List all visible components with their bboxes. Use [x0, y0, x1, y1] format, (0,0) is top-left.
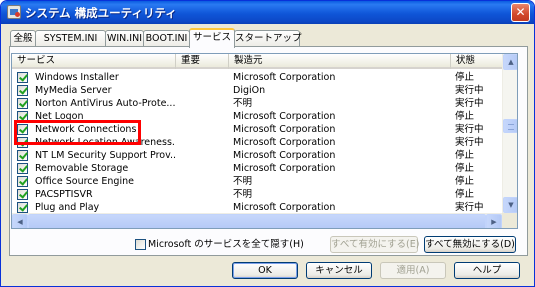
- vertical-scroll-thumb[interactable]: [503, 119, 517, 133]
- scroll-up-arrow-icon[interactable]: ▲: [503, 54, 517, 70]
- service-status: 停止: [455, 163, 475, 174]
- service-checkbox[interactable]: [17, 72, 28, 83]
- tab-startup[interactable]: スタートアップ: [234, 30, 302, 47]
- service-manufacturer: DigiOn: [233, 85, 266, 96]
- window-title: システム 構成ユーティリティ: [25, 6, 177, 20]
- service-essential: [179, 71, 227, 84]
- service-status: 実行中: [455, 137, 484, 148]
- service-manufacturer: Microsoft Corporation: [233, 150, 336, 161]
- service-essential: [179, 149, 227, 162]
- service-name: Removable Storage: [35, 163, 129, 174]
- service-manufacturer: Microsoft Corporation: [233, 124, 336, 135]
- column-header-status[interactable]: 状態: [451, 54, 502, 69]
- service-manufacturer: Microsoft Corporation: [233, 111, 336, 122]
- service-checkbox[interactable]: [17, 150, 28, 161]
- service-essential: [179, 123, 227, 136]
- service-status: 停止: [455, 111, 475, 122]
- service-manufacturer: 不明: [233, 176, 253, 187]
- service-row[interactable]: NT LM Security Support Prov... Microsoft…: [12, 149, 502, 162]
- tab-services[interactable]: サービス: [189, 28, 235, 48]
- horizontal-scrollbar[interactable]: ◀ ▶: [12, 213, 502, 228]
- column-header-service[interactable]: サービス: [12, 54, 176, 69]
- service-essential: [179, 110, 227, 123]
- service-status: 実行中: [455, 98, 484, 109]
- service-checkbox[interactable]: [17, 189, 28, 200]
- tab-system-ini[interactable]: SYSTEM.INI: [35, 30, 106, 47]
- service-checkbox[interactable]: [17, 85, 28, 96]
- service-status: 停止: [455, 176, 475, 187]
- cancel-button[interactable]: キャンセル: [306, 262, 372, 279]
- service-row[interactable]: MyMedia Server DigiOn 実行中: [12, 84, 502, 97]
- disable-all-button[interactable]: すべて無効にする(D): [424, 236, 516, 253]
- service-name: PACSPTISVR: [35, 189, 93, 200]
- vertical-scrollbar[interactable]: ▲ ▼: [502, 54, 517, 213]
- hide-microsoft-checkbox-box[interactable]: [135, 239, 146, 250]
- service-checkbox[interactable]: [17, 176, 28, 187]
- system-config-window: システム 構成ユーティリティ ✕ 全般 SYSTEM.INI WIN.INI B…: [0, 0, 535, 287]
- service-essential: [179, 136, 227, 149]
- list-header: サービス 重要 製造元 状態: [12, 54, 502, 69]
- service-name: Windows Installer: [35, 72, 119, 83]
- service-checkbox[interactable]: [17, 202, 28, 213]
- service-name: NT LM Security Support Prov...: [35, 150, 175, 161]
- service-checkbox[interactable]: [17, 163, 28, 174]
- service-row[interactable]: Norton AntiVirus Auto-Prote... 不明 実行中: [12, 97, 502, 110]
- service-essential: [179, 84, 227, 97]
- service-manufacturer: Microsoft Corporation: [233, 137, 336, 148]
- column-header-manufacturer[interactable]: 製造元: [229, 54, 451, 69]
- service-name: Office Source Engine: [35, 176, 134, 187]
- scroll-left-arrow-icon[interactable]: ◀: [12, 214, 28, 228]
- tab-general[interactable]: 全般: [10, 30, 36, 47]
- scroll-right-arrow-icon[interactable]: ▶: [486, 214, 502, 228]
- service-manufacturer: 不明: [233, 189, 253, 200]
- service-row[interactable]: PACSPTISVR 不明 停止: [12, 188, 502, 201]
- apply-button[interactable]: 適用(A): [380, 262, 446, 279]
- service-status: 停止: [455, 72, 475, 83]
- service-name: Norton AntiVirus Auto-Prote...: [35, 98, 175, 109]
- network-connections-highlight: [14, 120, 141, 145]
- help-button[interactable]: ヘルプ: [454, 262, 520, 279]
- service-name: MyMedia Server: [35, 85, 112, 96]
- column-header-essential[interactable]: 重要: [176, 54, 229, 69]
- service-manufacturer: Microsoft Corporation: [233, 163, 336, 174]
- service-essential: [179, 97, 227, 110]
- enable-all-button[interactable]: すべて有効にする(E): [330, 236, 419, 253]
- scrollbar-corner: [502, 213, 517, 228]
- title-bar[interactable]: システム 構成ユーティリティ ✕: [1, 1, 534, 24]
- scroll-down-arrow-icon[interactable]: ▼: [503, 197, 517, 213]
- service-status: 実行中: [455, 124, 484, 135]
- service-manufacturer: 不明: [233, 98, 253, 109]
- service-essential: [179, 162, 227, 175]
- hide-microsoft-label: Microsoft のサービスを全て隠す(H): [148, 239, 304, 250]
- service-row[interactable]: Removable Storage Microsoft Corporation …: [12, 162, 502, 175]
- service-status: 実行中: [455, 85, 484, 96]
- tab-win-ini[interactable]: WIN.INI: [105, 30, 144, 47]
- close-button[interactable]: ✕: [511, 3, 530, 22]
- horizontal-scroll-thumb[interactable]: [28, 214, 486, 228]
- service-row[interactable]: Windows Installer Microsoft Corporation …: [12, 71, 502, 84]
- tab-boot-ini[interactable]: BOOT.INI: [143, 30, 190, 47]
- service-essential: [179, 175, 227, 188]
- service-checkbox[interactable]: [17, 98, 28, 109]
- ok-button[interactable]: OK: [232, 262, 298, 279]
- service-row[interactable]: Office Source Engine 不明 停止: [12, 175, 502, 188]
- msconfig-app-icon: [7, 5, 21, 19]
- service-status: 停止: [455, 189, 475, 200]
- service-manufacturer: Microsoft Corporation: [233, 72, 336, 83]
- service-status: 停止: [455, 150, 475, 161]
- service-essential: [179, 188, 227, 201]
